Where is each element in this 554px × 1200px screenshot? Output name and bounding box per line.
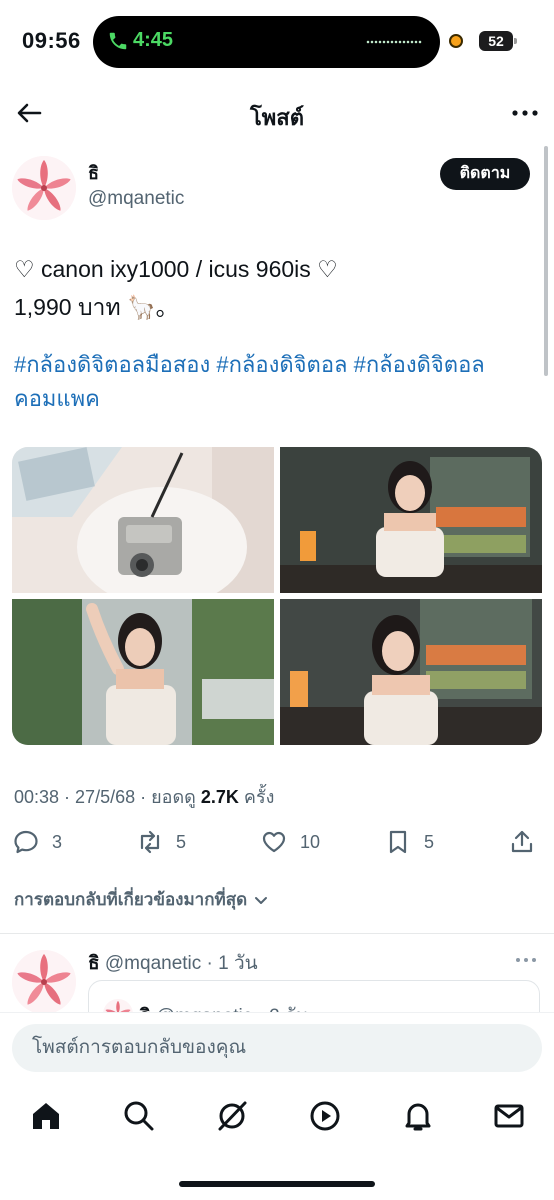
status-bar: 09:56 4:45 52 xyxy=(0,0,554,84)
photo-juice-stand-2[interactable] xyxy=(280,599,542,745)
lily-flower-icon xyxy=(12,950,76,1014)
reply-input[interactable] xyxy=(12,1024,542,1072)
divider xyxy=(0,933,554,934)
tab-notifications[interactable] xyxy=(400,1098,436,1134)
reply-more-icon[interactable] xyxy=(514,950,538,970)
tab-messages[interactable] xyxy=(491,1098,527,1134)
status-time: 09:56 xyxy=(22,28,81,53)
notifications-icon xyxy=(405,1103,431,1131)
tab-home[interactable] xyxy=(28,1098,64,1134)
reply-icon xyxy=(14,830,38,854)
home-icon xyxy=(33,1103,59,1129)
heart-icon xyxy=(262,831,286,853)
video-icon xyxy=(310,1101,340,1131)
messages-icon xyxy=(494,1104,524,1128)
reply-author-handle: @mqanetic xyxy=(104,953,202,974)
views-suffix: ครั้ง xyxy=(243,787,275,807)
page-title: โพสต์ xyxy=(249,105,305,130)
tab-grok[interactable] xyxy=(214,1098,250,1134)
bookmark-icon xyxy=(389,830,407,854)
photo-camera[interactable] xyxy=(12,447,274,593)
views-count: 2.7K xyxy=(200,787,239,807)
replies-sort-dropdown[interactable]: การตอบกลับที่เกี่ยวข้องมากที่สุด xyxy=(14,886,269,913)
bookmark-count: 5 xyxy=(424,831,435,852)
bookmark-button[interactable]: 5 xyxy=(384,826,434,858)
lily-flower-icon xyxy=(12,156,76,220)
photo-juice-stand-1[interactable] xyxy=(280,447,542,593)
dynamic-island[interactable]: 4:45 xyxy=(93,16,440,68)
reply-button[interactable]: 3 xyxy=(12,826,62,858)
tab-video[interactable] xyxy=(307,1098,343,1134)
search-icon xyxy=(124,1101,154,1131)
reply-author-name: ธิ xyxy=(88,953,100,974)
juice-stand-photo-image xyxy=(280,447,542,593)
recording-indicator-icon xyxy=(449,34,463,48)
reply-age: 1 วัน xyxy=(218,953,258,974)
like-count: 10 xyxy=(300,831,321,852)
more-options-icon[interactable] xyxy=(510,100,540,126)
post-meta: 00:38 · 27/5/68 · ยอดดู 2.7K ครั้ง xyxy=(14,787,275,807)
like-button[interactable]: 10 xyxy=(260,826,320,858)
views-label: ยอดดู xyxy=(151,787,196,807)
post-time: 00:38 xyxy=(14,787,60,807)
reply-author-line[interactable]: ธิ @mqanetic · 1 วัน xyxy=(88,948,258,978)
audio-wave-icon xyxy=(366,40,422,44)
repost-button[interactable]: 5 xyxy=(136,826,186,858)
post-hashtags[interactable]: #กล้องดิจิตอลมือสอง #กล้องดิจิตอล #กล้อง… xyxy=(14,348,534,416)
camera-photo-image xyxy=(12,447,274,593)
top-nav: โพสต์ xyxy=(0,88,554,140)
repost-count: 5 xyxy=(176,831,187,852)
juice-stand-photo-image xyxy=(280,599,542,745)
home-indicator[interactable] xyxy=(179,1181,375,1187)
media-grid xyxy=(12,447,542,745)
tab-search[interactable] xyxy=(121,1098,157,1134)
post-text-line1: ♡ canon ixy1000 / icus 960is ♡ xyxy=(14,256,338,282)
scrollbar[interactable] xyxy=(544,146,548,376)
repost-icon xyxy=(140,830,160,854)
reply-avatar[interactable] xyxy=(12,950,76,1014)
avatar[interactable] xyxy=(12,156,76,220)
grok-icon xyxy=(218,1101,247,1131)
post-date: 27/5/68 xyxy=(75,787,136,807)
share-icon xyxy=(511,830,533,853)
battery-indicator: 52 xyxy=(479,31,517,51)
phone-call-icon xyxy=(109,32,127,50)
replies-sort-label: การตอบกลับที่เกี่ยวข้องมากที่สุด xyxy=(14,890,248,909)
chevron-down-icon xyxy=(255,896,268,904)
author-handle[interactable]: @mqanetic xyxy=(88,188,184,210)
post-text-line2: 1,990 บาท 🦙。 xyxy=(14,294,179,320)
photo-plants-wall[interactable] xyxy=(12,599,274,745)
author-name[interactable]: ธิ xyxy=(88,158,99,187)
reply-composer[interactable] xyxy=(12,1024,542,1072)
follow-button[interactable]: ติดตาม xyxy=(440,158,530,190)
call-timer: 4:45 xyxy=(133,29,174,51)
share-button[interactable] xyxy=(508,826,536,858)
reply-count: 3 xyxy=(52,831,63,852)
plants-wall-photo-image xyxy=(12,599,274,745)
